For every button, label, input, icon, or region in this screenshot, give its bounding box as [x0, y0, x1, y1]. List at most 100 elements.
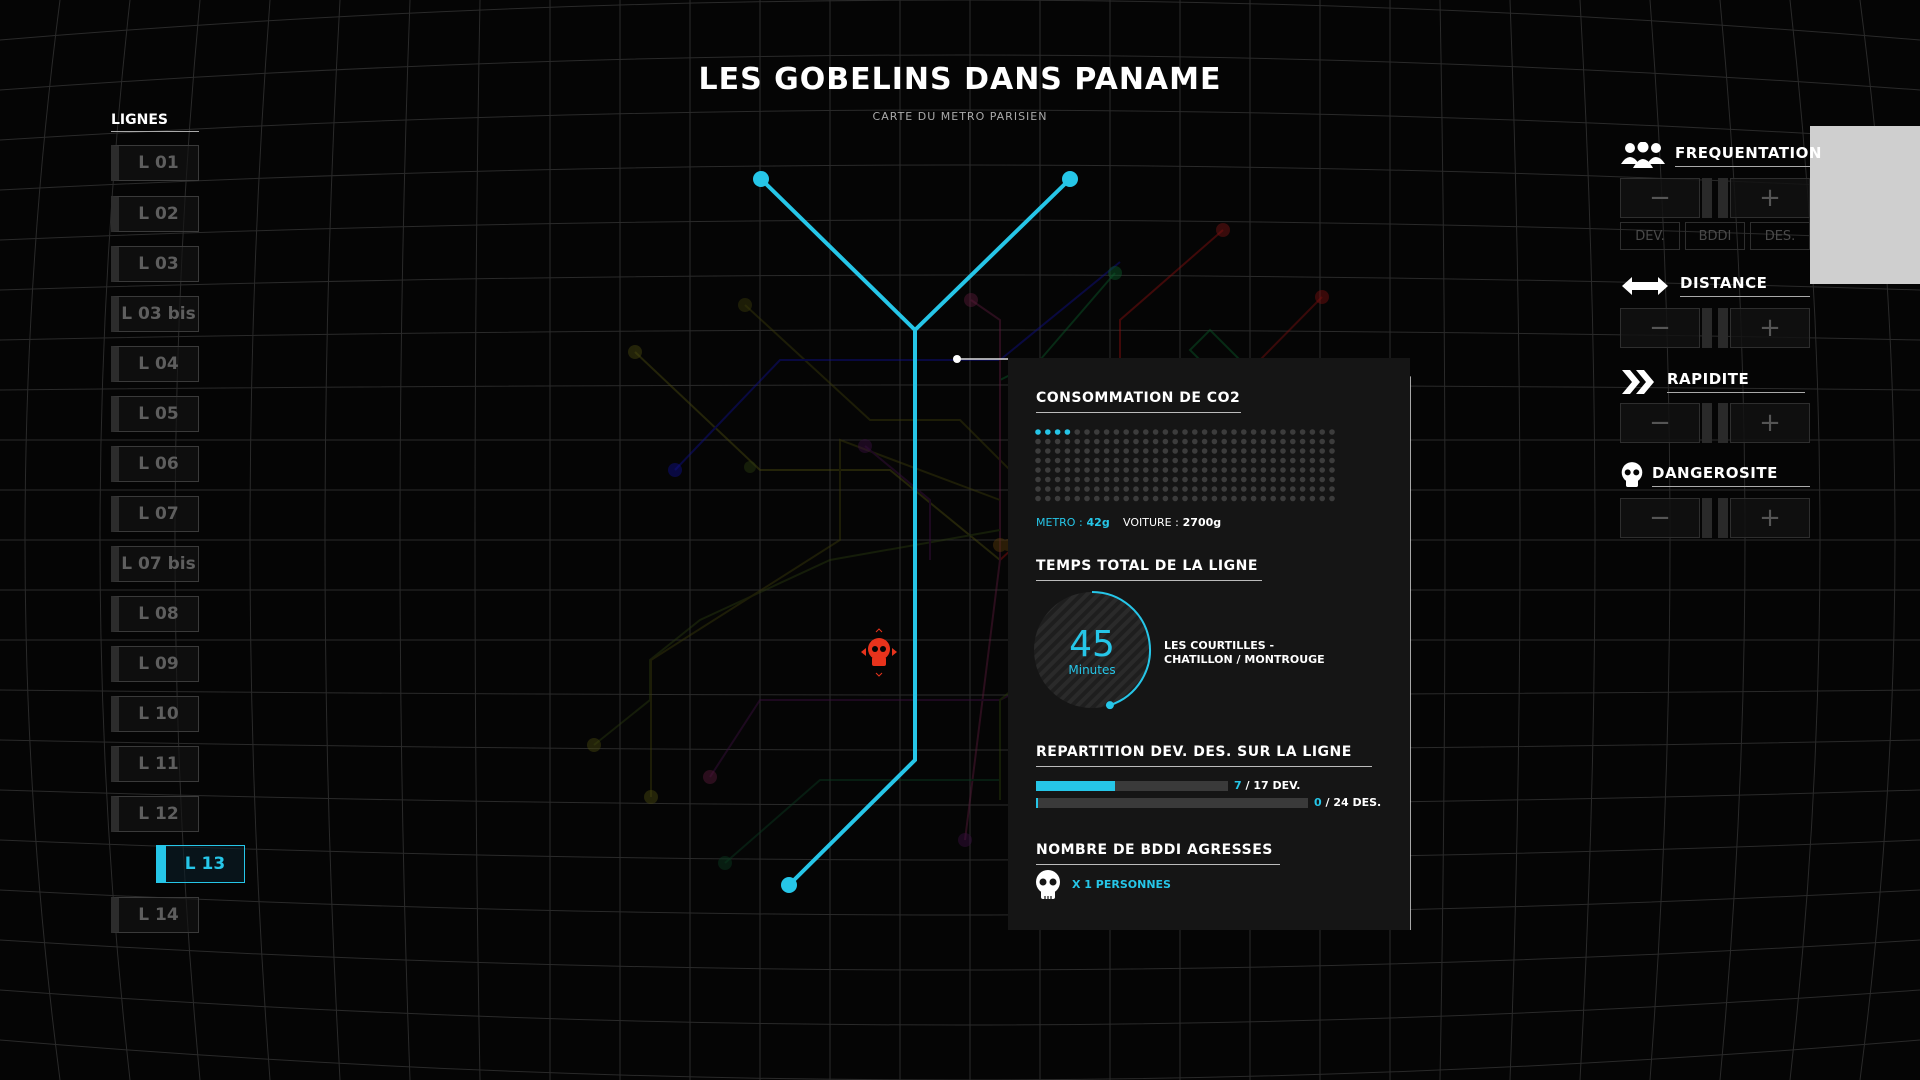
co2-dot	[1143, 476, 1149, 483]
co2-dot	[1133, 457, 1139, 464]
co2-dot	[1182, 467, 1188, 473]
co2-dot	[1054, 429, 1061, 435]
co2-dot	[1182, 438, 1188, 445]
distance-plus-button[interactable]: +	[1730, 308, 1810, 348]
co2-dot	[1103, 429, 1110, 435]
line-button-l14[interactable]: L 14	[111, 897, 199, 933]
line-button-l01[interactable]: L 01	[111, 145, 199, 181]
dangerosite-slider[interactable]	[1700, 498, 1730, 538]
co2-dot	[1094, 457, 1100, 464]
line-button-l07bis[interactable]: L 07 bis	[111, 546, 199, 582]
co2-dot	[1035, 448, 1041, 454]
terminus-station[interactable]	[781, 877, 797, 893]
co2-dot	[1319, 476, 1325, 483]
co2-dot	[1064, 429, 1071, 435]
co2-dot	[1192, 438, 1198, 445]
rapidite-plus-button[interactable]: +	[1730, 403, 1810, 443]
co2-dot	[1201, 429, 1208, 435]
co2-dot	[1182, 448, 1188, 454]
co2-dot	[1319, 486, 1325, 492]
time-value: 45	[1069, 624, 1115, 665]
rapidite-slider[interactable]	[1700, 403, 1730, 443]
line-button-l06[interactable]: L 06	[111, 446, 199, 482]
co2-dot	[1162, 476, 1169, 483]
co2-dot	[1290, 495, 1296, 502]
line-button-l10[interactable]: L 10	[111, 696, 199, 732]
co2-dot	[1329, 457, 1335, 464]
co2-dot	[1162, 467, 1169, 473]
frequentation-plus-button[interactable]: +	[1730, 178, 1810, 218]
co2-dot-grid	[1035, 429, 1335, 502]
co2-dot	[1211, 438, 1218, 445]
line-button-l09[interactable]: L 09	[111, 646, 199, 682]
co2-dot	[1123, 438, 1129, 445]
co2-dot	[1054, 467, 1061, 473]
co2-dot	[1064, 495, 1071, 502]
frequentation-slider[interactable]	[1700, 178, 1730, 218]
tag-dev[interactable]: DEV.	[1620, 222, 1680, 250]
dangerosite-minus-button[interactable]: −	[1620, 498, 1700, 538]
co2-dot	[1064, 476, 1071, 483]
co2-dot	[1123, 495, 1129, 502]
line-button-l03[interactable]: L 03	[111, 246, 199, 282]
terminus-station[interactable]	[1062, 171, 1078, 187]
metro-line-faded	[964, 299, 1001, 841]
dangerosite-plus-button[interactable]: +	[1730, 498, 1810, 538]
people-icon	[1621, 142, 1665, 168]
co2-dot	[1123, 429, 1129, 435]
skull-icon	[1036, 870, 1060, 899]
time-title: TEMPS TOTAL DE LA LIGNE	[1036, 558, 1262, 581]
line-button-l08[interactable]: L 08	[111, 596, 199, 632]
line-button-l05[interactable]: L 05	[111, 396, 199, 432]
co2-dot	[1280, 457, 1286, 464]
co2-dot	[1133, 486, 1139, 492]
co2-dot	[1113, 476, 1120, 483]
co2-dot	[1123, 448, 1129, 454]
co2-dot	[1162, 486, 1169, 492]
line-button-l02[interactable]: L 02	[111, 196, 199, 232]
co2-dot	[1201, 486, 1208, 492]
co2-dot	[1329, 438, 1335, 445]
page-title: LES GOBELINS DANS PANAME	[698, 62, 1222, 97]
co2-dot	[1064, 448, 1071, 454]
co2-dot	[1201, 467, 1208, 473]
co2-dot	[1182, 486, 1188, 492]
line-button-l13-active[interactable]: L 13	[156, 845, 245, 883]
line-button-l03bis[interactable]: L 03 bis	[111, 296, 199, 332]
co2-dot	[1280, 467, 1286, 473]
co2-dot	[1113, 448, 1120, 454]
co2-dot	[1231, 467, 1237, 473]
co2-dot	[1143, 486, 1149, 492]
co2-dot	[1241, 467, 1247, 473]
frequentation-minus-button[interactable]: −	[1620, 178, 1700, 218]
co2-dot	[1172, 467, 1178, 473]
co2-dot	[1045, 438, 1051, 445]
terminus-station[interactable]	[753, 171, 769, 187]
distance-slider[interactable]	[1700, 308, 1730, 348]
co2-dot	[1221, 429, 1227, 435]
rapidite-minus-button[interactable]: −	[1620, 403, 1700, 443]
co2-dot	[1241, 495, 1247, 502]
bddi-title: NOMBRE DE BDDI AGRESSES	[1036, 842, 1280, 865]
distance-minus-button[interactable]: −	[1620, 308, 1700, 348]
co2-dot	[1064, 467, 1071, 473]
co2-dot	[1309, 438, 1316, 445]
co2-dot	[1329, 429, 1335, 435]
line-button-l11[interactable]: L 11	[111, 746, 199, 782]
skull-marker-icon[interactable]	[861, 628, 897, 677]
co2-dot	[1152, 495, 1159, 502]
co2-title: CONSOMMATION DE CO2	[1036, 390, 1241, 413]
co2-dot	[1260, 467, 1267, 473]
tag-bddi[interactable]: BDDI	[1685, 222, 1745, 250]
line-button-l04[interactable]: L 04	[111, 346, 199, 382]
tag-des[interactable]: DES.	[1750, 222, 1810, 250]
line-button-l12[interactable]: L 12	[111, 796, 199, 832]
frequentation-control: − +	[1620, 178, 1810, 218]
metro-label: METRO :	[1036, 516, 1083, 529]
co2-dot	[1211, 495, 1218, 502]
co2-dot	[1260, 448, 1267, 454]
co2-dot	[1103, 486, 1110, 492]
co2-dot	[1221, 476, 1227, 483]
co2-dot	[1064, 457, 1071, 464]
line-button-l07[interactable]: L 07	[111, 496, 199, 532]
